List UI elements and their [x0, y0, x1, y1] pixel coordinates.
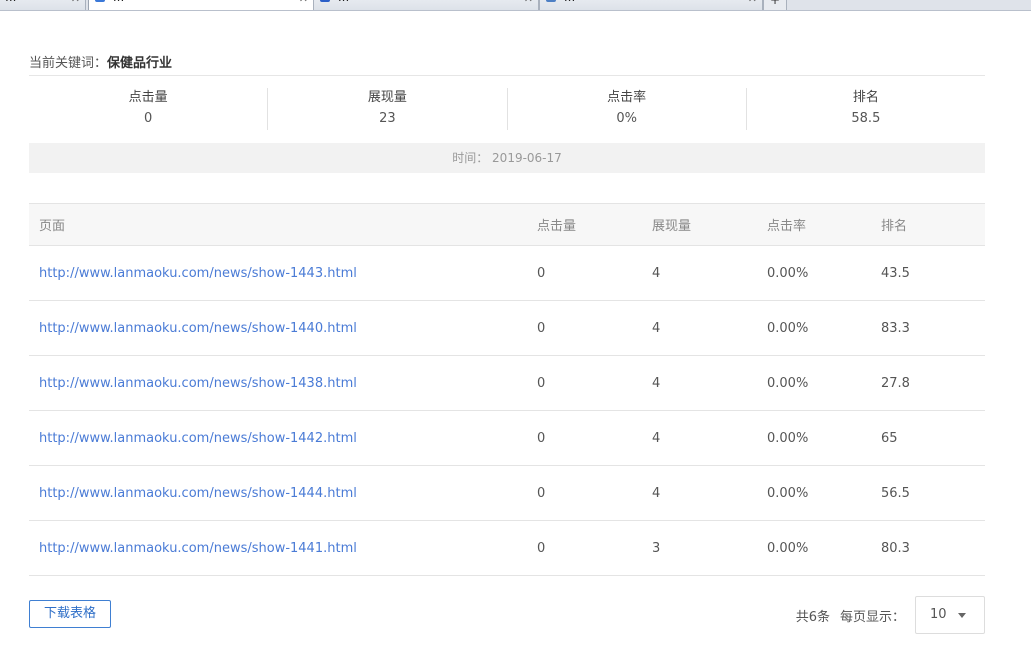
stat-rank: 排名 58.5 — [747, 88, 985, 130]
cell-clicks: 0 — [537, 540, 546, 556]
close-icon[interactable]: ✕ — [748, 0, 757, 5]
page-table: 页面 点击量 展现量 点击率 排名 http://www.lanmaoku.co… — [29, 203, 985, 576]
cell-impressions: 4 — [652, 265, 661, 281]
keyword-label: 当前关键词： — [29, 56, 108, 71]
stat-label: 展现量 — [367, 90, 407, 105]
cell-ctr: 0.00% — [767, 540, 809, 556]
stat-impressions: 展现量 23 — [268, 88, 508, 130]
browser-tab-3[interactable]: ... ✕ — [313, 0, 539, 10]
table-row: http://www.lanmaoku.com/news/show-1443.h… — [29, 246, 985, 301]
stat-clicks: 点击量 0 — [29, 88, 269, 130]
table-header: 页面 点击量 展现量 点击率 排名 — [29, 203, 985, 246]
cell-clicks: 0 — [537, 430, 546, 446]
cell-impressions: 4 — [652, 375, 661, 391]
header-ctr[interactable]: 点击率 — [757, 215, 871, 234]
browser-tab-2[interactable]: ... ✕ — [88, 0, 314, 10]
keyword-value: 保健品行业 — [107, 56, 173, 71]
new-tab-button[interactable]: + — [763, 0, 787, 10]
cell-impressions: 4 — [652, 485, 661, 501]
page-link[interactable]: http://www.lanmaoku.com/news/show-1443.h… — [39, 266, 357, 281]
browser-tab-label: ... — [564, 0, 575, 4]
plus-icon: + — [769, 0, 781, 7]
header-clicks[interactable]: 点击量 — [527, 215, 642, 234]
close-icon[interactable]: ✕ — [299, 0, 308, 5]
stat-ctr: 点击率 0% — [508, 88, 747, 130]
date-bar: 时间： 2019-06-17 — [29, 143, 985, 173]
table-row: http://www.lanmaoku.com/news/show-1438.h… — [29, 356, 985, 411]
cell-rank: 65 — [881, 430, 898, 446]
stat-value: 58.5 — [851, 111, 881, 126]
header-impressions[interactable]: 展现量 — [642, 215, 757, 234]
cell-rank: 83.3 — [881, 320, 910, 336]
stat-label: 点击率 — [607, 90, 647, 105]
cell-clicks: 0 — [537, 320, 546, 336]
page-link[interactable]: http://www.lanmaoku.com/news/show-1444.h… — [39, 486, 357, 501]
page-icon — [546, 0, 556, 2]
stat-value: 23 — [379, 111, 396, 126]
cell-clicks: 0 — [537, 265, 546, 281]
cell-rank: 43.5 — [881, 265, 910, 281]
stat-label: 点击量 — [128, 90, 168, 105]
cell-ctr: 0.00% — [767, 375, 809, 391]
pagination: 共6条 每页显示： 10 — [796, 596, 985, 634]
page-link[interactable]: http://www.lanmaoku.com/news/show-1442.h… — [39, 431, 357, 446]
table-row: http://www.lanmaoku.com/news/show-1441.h… — [29, 521, 985, 576]
cell-rank: 80.3 — [881, 540, 910, 556]
header-rank[interactable]: 排名 — [871, 215, 985, 234]
cell-clicks: 0 — [537, 485, 546, 501]
table-row: http://www.lanmaoku.com/news/show-1442.h… — [29, 411, 985, 466]
cell-rank: 27.8 — [881, 375, 910, 391]
stat-label: 排名 — [852, 90, 879, 105]
cell-impressions: 3 — [652, 540, 661, 556]
close-icon[interactable]: ✕ — [71, 0, 80, 5]
browser-tab-4[interactable]: ... ✕ — [539, 0, 763, 10]
table-row: http://www.lanmaoku.com/news/show-1440.h… — [29, 301, 985, 356]
page-link[interactable]: http://www.lanmaoku.com/news/show-1441.h… — [39, 541, 357, 556]
date-value: 2019-06-17 — [492, 151, 562, 165]
browser-tab-1[interactable]: ... ✕ — [0, 0, 86, 10]
stat-value: 0 — [143, 111, 153, 126]
cell-impressions: 4 — [652, 430, 661, 446]
cell-ctr: 0.00% — [767, 485, 809, 501]
page-link[interactable]: http://www.lanmaoku.com/news/show-1438.h… — [39, 376, 357, 391]
header-page[interactable]: 页面 — [29, 215, 527, 234]
close-icon[interactable]: ✕ — [524, 0, 533, 5]
table-row: http://www.lanmaoku.com/news/show-1444.h… — [29, 466, 985, 521]
cell-ctr: 0.00% — [767, 265, 809, 281]
stat-value: 0% — [616, 111, 637, 126]
browser-tab-label: ... — [113, 0, 124, 4]
browser-tab-label: ... — [5, 0, 16, 4]
download-table-button[interactable]: 下载表格 — [29, 600, 111, 628]
cell-rank: 56.5 — [881, 485, 910, 501]
caret-down-icon — [958, 613, 966, 618]
cell-ctr: 0.00% — [767, 320, 809, 336]
page-size-select[interactable]: 10 — [915, 596, 985, 634]
page-link[interactable]: http://www.lanmaoku.com/news/show-1440.h… — [39, 321, 357, 336]
cell-impressions: 4 — [652, 320, 661, 336]
date-label: 时间： — [452, 151, 489, 165]
paw-icon — [320, 0, 330, 2]
cell-clicks: 0 — [537, 375, 546, 391]
browser-tab-strip: ... ✕ ... ✕ ... ✕ ... ✕ + — [0, 0, 1031, 11]
browser-tab-label: ... — [338, 0, 349, 4]
page-size-label: 每页显示： — [839, 609, 905, 625]
summary-stats: 点击量 0 展现量 23 点击率 0% 排名 58.5 — [29, 88, 985, 130]
cell-ctr: 0.00% — [767, 430, 809, 446]
page-size-value: 10 — [930, 607, 947, 622]
page-icon — [95, 0, 105, 2]
total-count: 共6条 — [795, 609, 830, 625]
current-keyword: 当前关键词：保健品行业 — [29, 52, 985, 76]
